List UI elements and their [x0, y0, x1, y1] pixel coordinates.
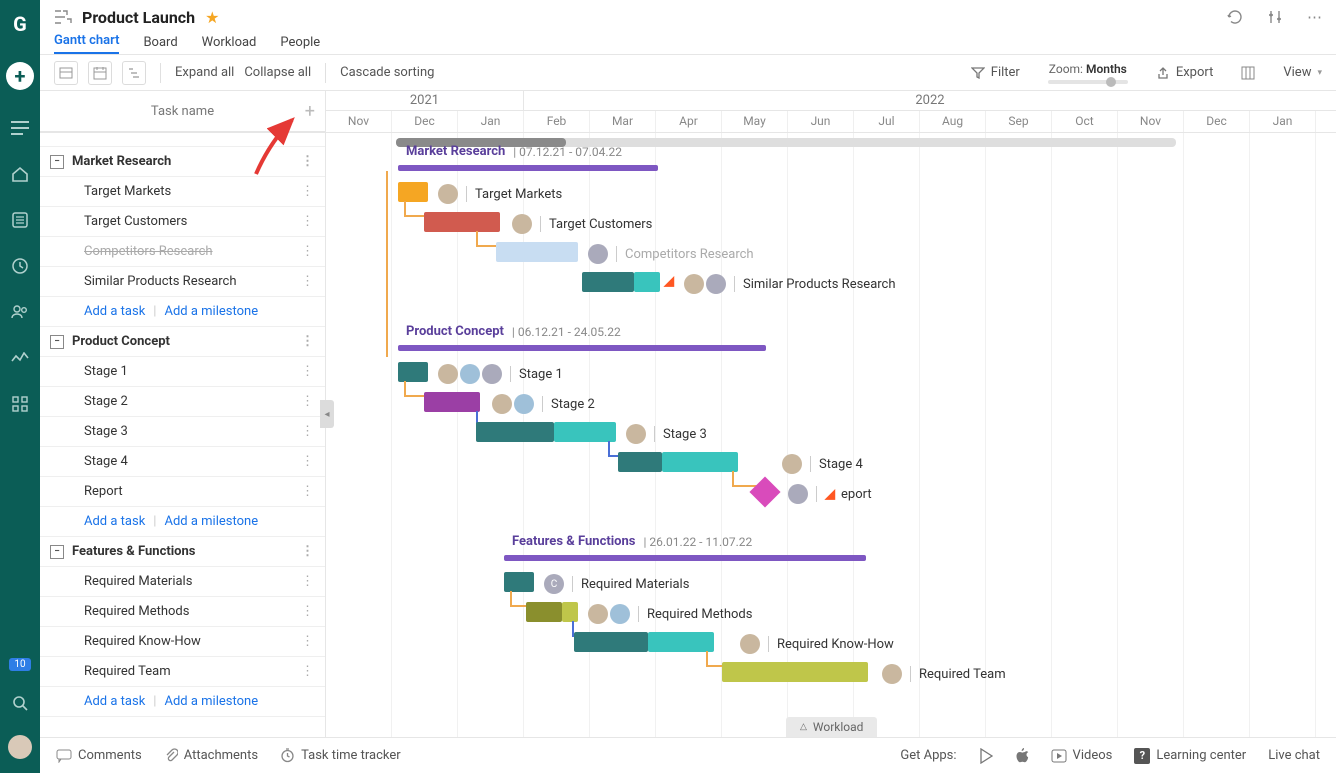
group-row[interactable]: −Market Research⋮	[40, 147, 325, 177]
gantt-chart[interactable]: Market Research| 07.12.21 - 07.04.22Targ…	[326, 133, 1336, 737]
tab-workload[interactable]: Workload	[202, 35, 257, 54]
filter-button[interactable]: Filter	[971, 65, 1020, 80]
month-cell: Dec	[1184, 111, 1250, 132]
group-row[interactable]: −Features & Functions⋮	[40, 537, 325, 567]
month-cell: Aug	[920, 111, 986, 132]
grid-icon[interactable]	[10, 394, 30, 414]
column-task-name: Task name +	[40, 91, 325, 132]
month-cell: Jan	[458, 111, 524, 132]
tab-gantt[interactable]: Gantt chart	[54, 33, 119, 54]
month-cell: Feb	[524, 111, 590, 132]
workload-panel-toggle[interactable]: △Workload	[786, 717, 877, 737]
history-icon[interactable]	[1227, 9, 1243, 25]
month-cell: Sep	[986, 111, 1052, 132]
month-cell: Oct	[1052, 111, 1118, 132]
add-task-row[interactable]: Add a task|Add a milestone	[40, 687, 325, 717]
add-button[interactable]: +	[6, 62, 34, 90]
task-row[interactable]: Required Materials⋮	[40, 567, 325, 597]
group-row[interactable]: −Product Concept⋮	[40, 327, 325, 357]
learning-center-button[interactable]: ?Learning center	[1134, 748, 1246, 764]
app-sidebar: G + 10	[0, 0, 40, 773]
task-row[interactable]: Similar Products Research⋮	[40, 267, 325, 297]
add-column-button[interactable]: +	[305, 101, 315, 122]
add-task-row[interactable]: Add a task|Add a milestone	[40, 507, 325, 537]
task-row[interactable]: Required Team⋮	[40, 657, 325, 687]
task-row[interactable]: Report⋮	[40, 477, 325, 507]
add-task-row[interactable]: Add a task|Add a milestone	[40, 297, 325, 327]
task-row[interactable]: Stage 1⋮	[40, 357, 325, 387]
gantt-toolbar: Expand all Collapse all Cascade sorting …	[40, 55, 1336, 91]
comments-button[interactable]: Comments	[56, 748, 142, 763]
month-cell: Jan	[1250, 111, 1316, 132]
layout-icon[interactable]	[54, 61, 78, 85]
list-icon[interactable]	[10, 210, 30, 230]
task-row[interactable]: Stage 2⋮	[40, 387, 325, 417]
more-icon[interactable]: ⋯	[1307, 8, 1322, 26]
home-icon[interactable]	[10, 164, 30, 184]
zoom-control[interactable]: Zoom: Months	[1048, 62, 1128, 84]
tab-board[interactable]: Board	[143, 35, 177, 54]
month-cell: Jul	[854, 111, 920, 132]
month-cell: Jun	[788, 111, 854, 132]
people-icon[interactable]	[10, 302, 30, 322]
task-row[interactable]: Target Customers⋮	[40, 207, 325, 237]
month-cell: Nov	[1118, 111, 1184, 132]
task-list: −Market Research⋮Target Markets⋮Target C…	[40, 133, 326, 737]
settings-icon[interactable]	[1267, 9, 1283, 25]
task-row[interactable]: Stage 4⋮	[40, 447, 325, 477]
activity-icon[interactable]	[10, 348, 30, 368]
user-avatar[interactable]	[8, 735, 32, 759]
search-icon[interactable]	[10, 693, 30, 713]
tab-people[interactable]: People	[280, 35, 320, 54]
get-apps-label: Get Apps:	[900, 748, 956, 763]
export-button[interactable]: Export	[1156, 65, 1214, 80]
videos-button[interactable]: Videos	[1051, 748, 1113, 763]
task-row[interactable]: Stage 3⋮	[40, 417, 325, 447]
menu-icon[interactable]	[10, 118, 30, 138]
month-cell: Nov	[326, 111, 392, 132]
task-row[interactable]: Competitors Research⋮	[40, 237, 325, 267]
collapse-all-button[interactable]: Collapse all	[244, 65, 311, 80]
year-2021: 2021	[326, 91, 524, 110]
live-chat-button[interactable]: Live chat	[1268, 748, 1320, 763]
clock-icon[interactable]	[10, 256, 30, 276]
grid-header: Task name + 2021 2022 NovDecJanFebMarApr…	[40, 91, 1336, 133]
time-tracker-button[interactable]: Task time tracker	[280, 748, 401, 763]
task-row[interactable]: Required Know-How⋮	[40, 627, 325, 657]
year-2022: 2022	[524, 91, 1336, 110]
columns-icon[interactable]	[1241, 66, 1255, 80]
month-cell: Apr	[656, 111, 722, 132]
expand-all-button[interactable]: Expand all	[175, 65, 234, 80]
month-cell: Dec	[392, 111, 458, 132]
calendar-icon[interactable]	[88, 61, 112, 85]
project-icon	[54, 9, 72, 25]
app-logo[interactable]: G	[0, 4, 40, 44]
project-title: Product Launch	[82, 8, 195, 27]
collapse-tasklist-handle[interactable]: ◂	[320, 400, 334, 428]
attachments-button[interactable]: Attachments	[164, 748, 258, 764]
apple-icon[interactable]	[1015, 748, 1029, 764]
view-dropdown[interactable]: View ▾	[1283, 65, 1322, 80]
task-row[interactable]: Target Markets⋮	[40, 177, 325, 207]
task-row[interactable]: Required Methods⋮	[40, 597, 325, 627]
notification-badge[interactable]: 10	[9, 658, 30, 671]
month-cell: Mar	[590, 111, 656, 132]
favorite-star-icon[interactable]: ★	[205, 8, 219, 27]
view-tabs: Gantt chart Board Workload People	[54, 30, 1336, 54]
playstore-icon[interactable]	[979, 748, 993, 764]
month-cell: May	[722, 111, 788, 132]
structure-icon[interactable]	[122, 61, 146, 85]
cascade-sorting-button[interactable]: Cascade sorting	[340, 65, 434, 80]
page-footer: Comments Attachments Task time tracker G…	[40, 737, 1336, 773]
page-header: Product Launch ★ ⋯ Gantt chart Board Wor…	[40, 0, 1336, 55]
